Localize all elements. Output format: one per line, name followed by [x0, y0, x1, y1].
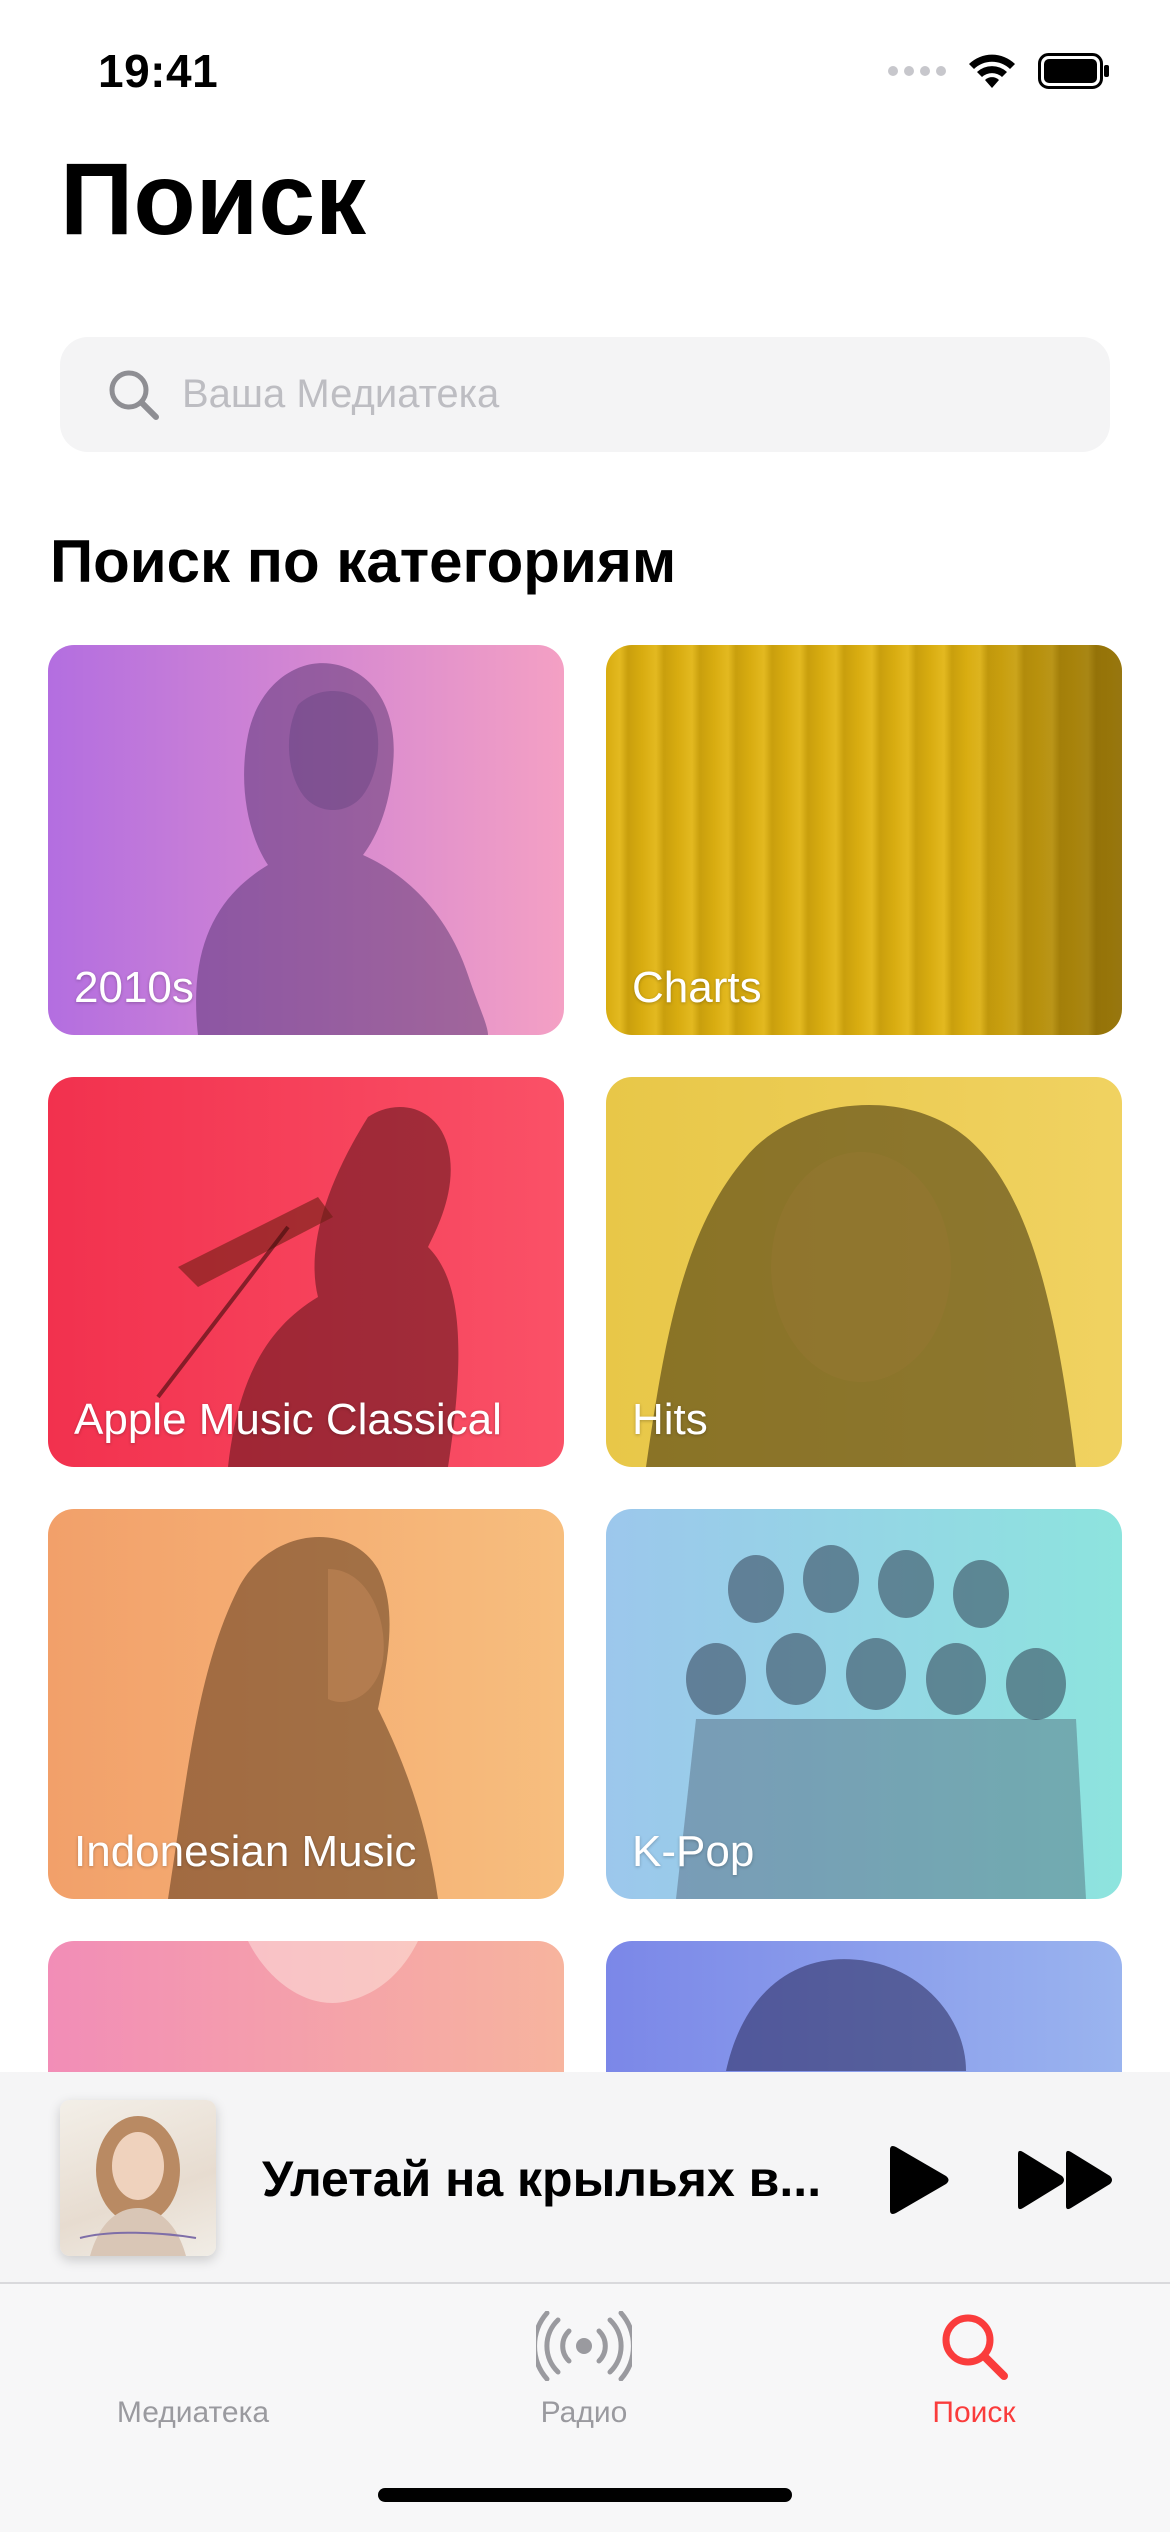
battery-icon [1038, 53, 1110, 89]
signal-icon [888, 66, 946, 76]
tab-radio[interactable]: Радио [444, 2298, 724, 2430]
radio-icon [444, 2298, 724, 2394]
wifi-icon [966, 52, 1018, 90]
home-indicator[interactable] [378, 2488, 792, 2502]
category-label: K-Pop [632, 1827, 755, 1876]
categories-grid: 2010s Charts Apple Music Classical Hits … [48, 645, 1122, 2072]
category-label: Indonesian Music [74, 1827, 417, 1876]
category-tile-2010s[interactable]: 2010s [48, 645, 564, 1035]
category-tile-charts[interactable]: Charts [606, 645, 1122, 1035]
search-icon [109, 370, 159, 420]
now-playing-title[interactable]: Улетай на крыльях в... [262, 2150, 842, 2208]
search-icon [834, 2298, 1114, 2394]
search-screen: 19:41 Поиск Ваша Медиатека Поиск по кате… [0, 0, 1170, 2532]
status-bar: 19:41 [0, 0, 1170, 140]
tab-label: Радио [540, 2396, 628, 2429]
search-bar[interactable] [60, 337, 1110, 452]
category-tile[interactable] [606, 1941, 1122, 2072]
section-title: Поиск по категориям [50, 528, 677, 595]
forward-button[interactable] [1010, 2140, 1120, 2220]
mini-player[interactable]: Улетай на крыльях в... [0, 2072, 1170, 2284]
category-tile-indonesian-music[interactable]: Indonesian Music [48, 1509, 564, 1899]
tab-label: Поиск [932, 2396, 1016, 2429]
category-tile[interactable] [48, 1941, 564, 2072]
library-icon [53, 2298, 333, 2394]
search-input[interactable] [180, 371, 1064, 418]
tab-library[interactable]: Медиатека [53, 2298, 333, 2430]
tab-search[interactable]: Поиск [834, 2298, 1114, 2430]
page-title: Поиск [60, 142, 367, 256]
play-icon [890, 2146, 949, 2214]
status-icons [888, 52, 1110, 90]
status-time: 19:41 [98, 45, 219, 97]
tab-label: Медиатека [116, 2396, 270, 2429]
category-artwork [606, 1941, 1122, 2072]
category-label: 2010s [74, 963, 194, 1012]
category-label: Apple Music Classical [74, 1395, 502, 1444]
category-label: Charts [632, 963, 762, 1012]
album-artwork[interactable] [60, 2100, 216, 2256]
category-tile-hits[interactable]: Hits [606, 1077, 1122, 1467]
category-artwork [48, 1941, 564, 2072]
category-tile-k-pop[interactable]: K-Pop [606, 1509, 1122, 1899]
forward-icon [1018, 2150, 1112, 2210]
category-tile-apple-music-classical[interactable]: Apple Music Classical [48, 1077, 564, 1467]
play-button[interactable] [876, 2140, 956, 2220]
category-label: Hits [632, 1395, 708, 1444]
